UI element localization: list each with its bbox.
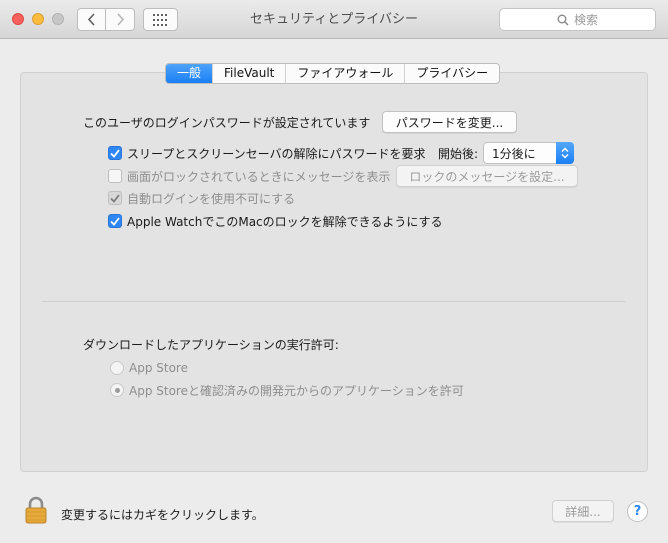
tab-general[interactable]: 一般 — [166, 64, 213, 83]
help-icon[interactable]: ? — [627, 501, 648, 522]
radio-app-store[interactable]: App Store — [110, 360, 188, 376]
tab-privacy[interactable]: プライバシー — [404, 64, 499, 83]
zoom-icon[interactable] — [52, 13, 64, 25]
checkbox-checked-disabled-icon[interactable] — [108, 191, 122, 205]
lock-text-row: 変更するにはカギをクリックします。 — [61, 506, 264, 522]
password-status: このユーザのログインパスワードが設定されています — [83, 114, 370, 130]
navigation-buttons — [77, 8, 135, 31]
title-bar: セキュリティとプライバシー 検索 — [0, 0, 668, 39]
set-lock-message-button[interactable]: ロックのメッセージを設定... — [396, 165, 578, 187]
lock-icon[interactable] — [25, 496, 47, 527]
close-icon[interactable] — [12, 13, 24, 25]
radio-app-store-label: App Store — [129, 361, 188, 375]
downloads-heading: ダウンロードしたアプリケーションの実行許可: — [83, 337, 339, 352]
start-after-label-row: 開始後: — [438, 145, 478, 161]
updown-arrows-icon — [556, 142, 574, 164]
apple-watch-checkbox[interactable]: Apple WatchでこのMacのロックを解除できるようにする — [108, 213, 443, 229]
checkbox-checked-icon[interactable] — [108, 214, 122, 228]
disable-auto-login-label: 自動ログインを使用不可にする — [127, 191, 296, 206]
show-message-checkbox[interactable]: 画面がロックされているときにメッセージを表示 — [108, 168, 390, 184]
checkmark-icon — [110, 148, 120, 158]
change-password-button[interactable]: パスワードを変更... — [382, 111, 517, 133]
checkmark-icon — [110, 193, 120, 203]
search-input[interactable]: 検索 — [499, 8, 656, 31]
disable-auto-login-checkbox[interactable]: 自動ログインを使用不可にする — [108, 190, 295, 206]
radio-app-store-identified[interactable]: App Storeと確認済みの開発元からのアプリケーションを許可 — [110, 382, 464, 398]
checkbox-unchecked-icon[interactable] — [108, 169, 122, 183]
require-password-label: スリープとスクリーンセーバの解除にパスワードを要求 — [127, 146, 426, 161]
password-status-text: このユーザのログインパスワードが設定されています — [83, 115, 371, 130]
start-after-popup[interactable]: 1分後に — [483, 142, 574, 164]
chevron-left-icon — [87, 13, 95, 26]
apple-watch-label: Apple WatchでこのMacのロックを解除できるようにする — [127, 214, 443, 229]
radio-app-store-identified-label: App Storeと確認済みの開発元からのアプリケーションを許可 — [129, 383, 464, 398]
lock-text: 変更するにはカギをクリックします。 — [61, 507, 264, 522]
require-password-checkbox[interactable]: スリープとスクリーンセーバの解除にパスワードを要求 — [108, 145, 426, 161]
start-after-value: 1分後に — [492, 146, 536, 161]
radio-unselected-icon[interactable] — [110, 361, 124, 375]
radio-selected-icon[interactable] — [110, 383, 124, 397]
search-icon — [557, 14, 569, 26]
search-placeholder: 検索 — [573, 13, 598, 27]
start-after-label: 開始後: — [438, 146, 479, 161]
checkbox-checked-icon[interactable] — [108, 146, 122, 160]
checkmark-icon — [110, 216, 120, 226]
tab-filevault[interactable]: FileVault — [212, 64, 285, 83]
advanced-button[interactable]: 詳細... — [552, 500, 614, 522]
show-all-button[interactable] — [143, 8, 178, 31]
chevron-right-icon — [116, 13, 124, 26]
settings-panel — [20, 72, 648, 472]
grid-icon — [152, 13, 167, 26]
separator — [42, 301, 625, 302]
tab-firewall[interactable]: ファイアウォール — [285, 64, 404, 83]
tab-bar: 一般 FileVault ファイアウォール プライバシー — [165, 63, 501, 84]
forward-button[interactable] — [106, 8, 135, 31]
downloads-heading-row: ダウンロードしたアプリケーションの実行許可: — [83, 336, 339, 352]
minimize-icon[interactable] — [32, 13, 44, 25]
back-button[interactable] — [77, 8, 106, 31]
show-message-label: 画面がロックされているときにメッセージを表示 — [127, 169, 391, 184]
